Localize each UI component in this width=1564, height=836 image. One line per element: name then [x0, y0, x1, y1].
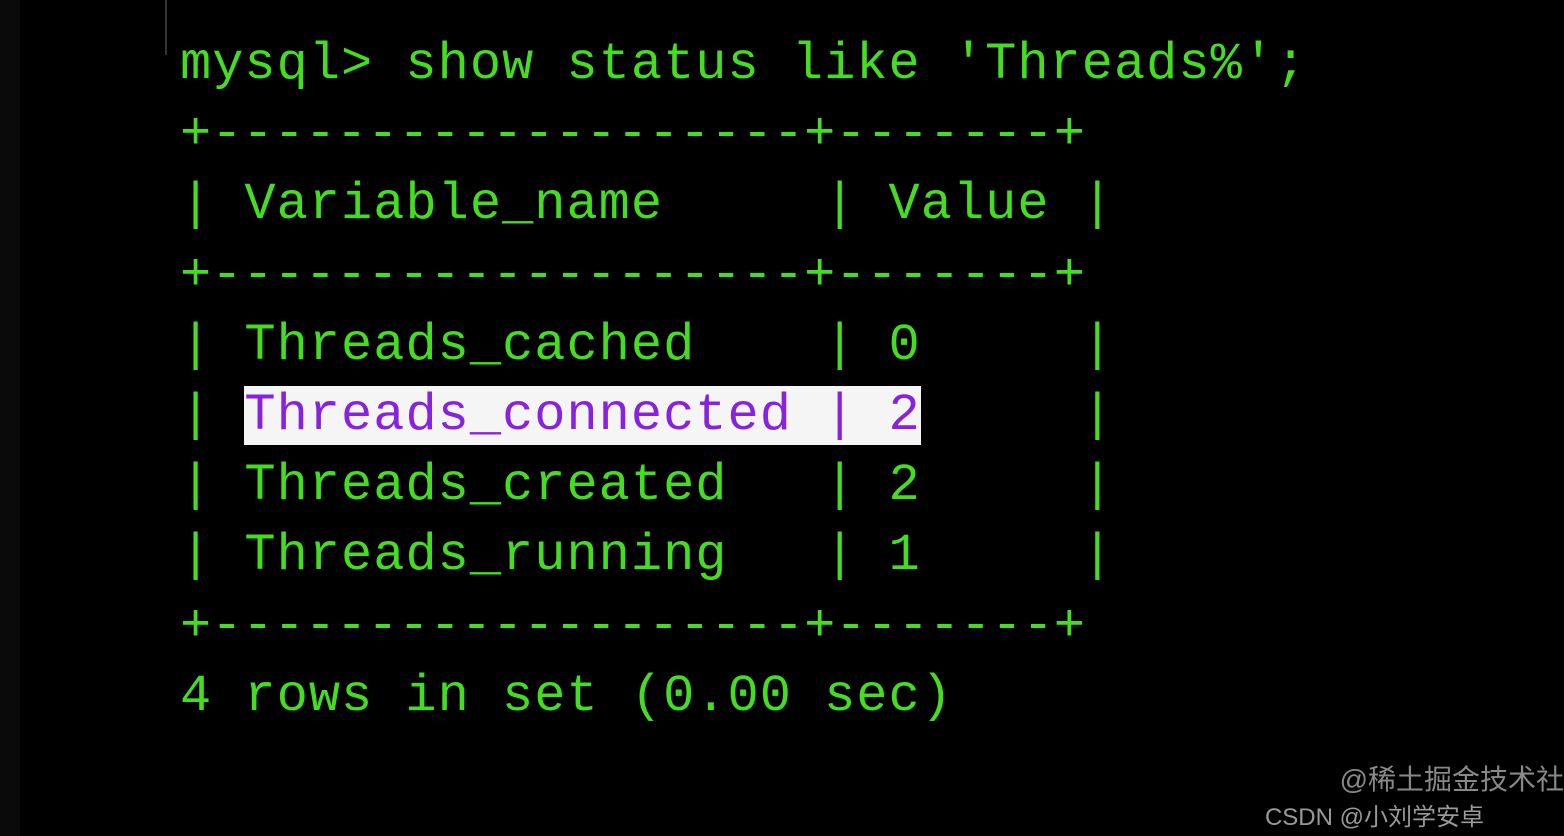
watermark-csdn: CSDN @小刘学安卓: [1265, 797, 1484, 832]
watermark-juejin: @稀土掘金技术社: [1340, 758, 1564, 798]
mysql-prompt-line: mysql> show status like 'Threads%';: [180, 30, 1564, 100]
table-row: | Threads_connected | 2 |: [180, 381, 1564, 451]
row-name: Threads_cached: [244, 316, 695, 375]
row-name: Threads_created: [244, 456, 727, 515]
result-summary: 4 rows in set (0.00 sec): [180, 662, 1564, 732]
highlighted-selection[interactable]: Threads_connected | 2: [244, 386, 920, 445]
gutter-separator: [165, 0, 167, 55]
table-row: | Threads_created | 2 |: [180, 451, 1564, 521]
table-top-border: +-------------------+-------+: [180, 100, 1564, 170]
row-value: 1: [889, 526, 921, 585]
row-value: 2: [889, 386, 921, 445]
row-value: 2: [889, 456, 921, 515]
row-name: Threads_connected: [244, 386, 792, 445]
header-col2: Value: [889, 175, 1050, 234]
table-header-border: +-------------------+-------+: [180, 241, 1564, 311]
table-header-row: | Variable_name | Value |: [180, 170, 1564, 240]
table-bottom-border: +-------------------+-------+: [180, 592, 1564, 662]
row-value: 0: [889, 316, 921, 375]
editor-gutter: [0, 0, 20, 836]
row-name: Threads_running: [244, 526, 727, 585]
table-row: | Threads_cached | 0 |: [180, 311, 1564, 381]
header-col1: Variable_name: [244, 175, 663, 234]
mysql-terminal-output: mysql> show status like 'Threads%'; +---…: [0, 30, 1564, 732]
table-row: | Threads_running | 1 |: [180, 521, 1564, 591]
